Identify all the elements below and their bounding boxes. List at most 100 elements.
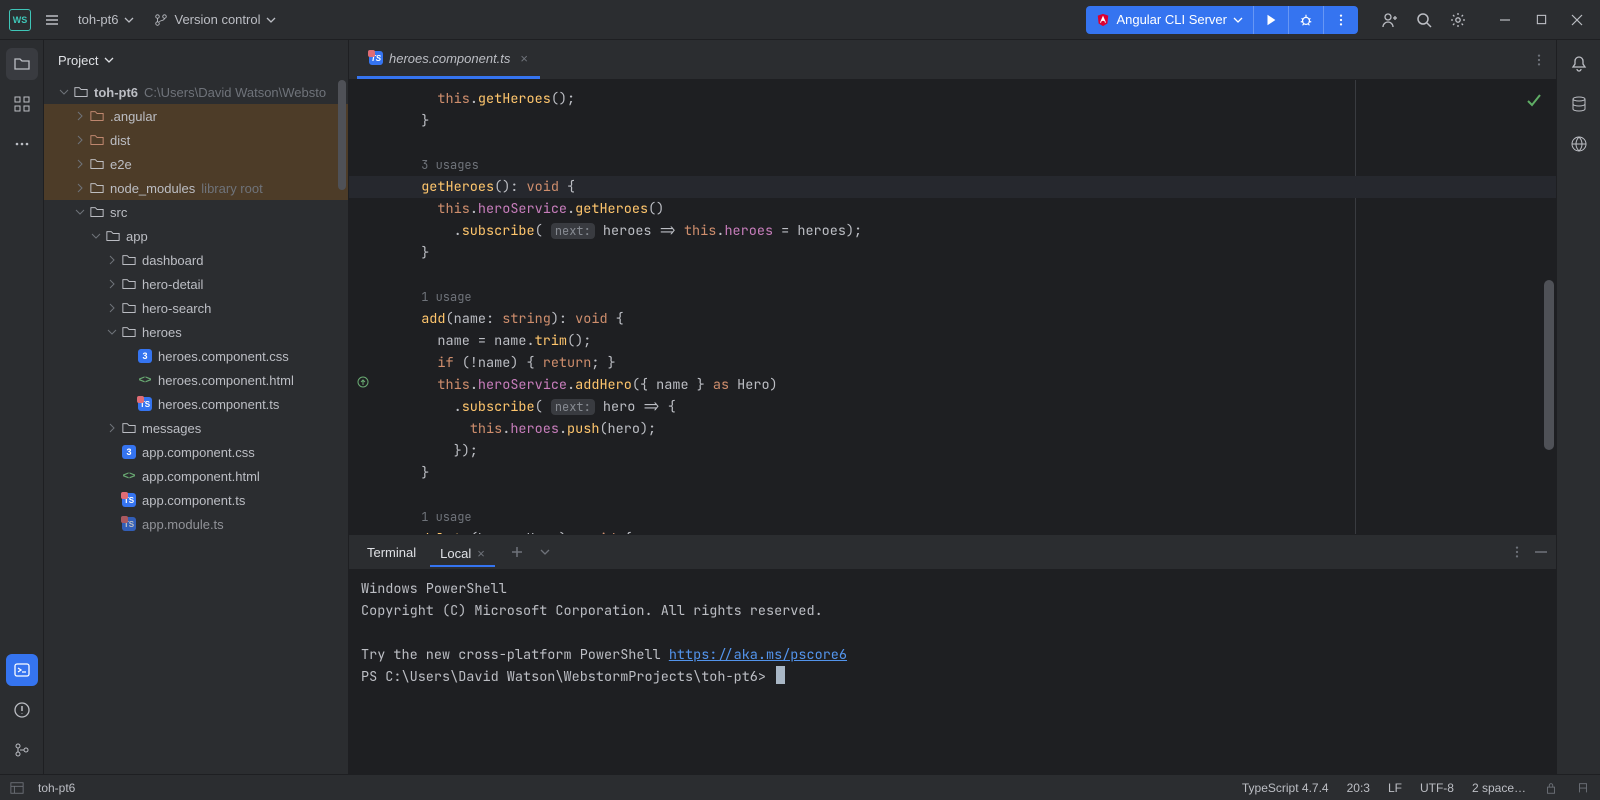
tree-root-label: toh-pt6 [94,85,138,100]
editor-tab[interactable]: TS heroes.component.ts × [357,40,540,79]
run-config-dropdown[interactable]: Angular CLI Server [1086,6,1254,34]
minimize-panel-icon[interactable] [1534,545,1548,559]
status-caret-pos[interactable]: 20:3 [1347,781,1370,795]
terminal-dropdown-button[interactable] [533,540,557,564]
vcs-label: Version control [174,12,260,27]
tree-item-e2e[interactable]: e2e [44,152,348,176]
chevron-right-icon [107,255,117,265]
tree-file-heroes-html[interactable]: <> heroes.component.html [44,368,348,392]
tree-item-messages[interactable]: messages [44,416,348,440]
terminal-output[interactable]: Windows PowerShell Copyright (C) Microso… [349,570,1556,774]
more-tools-button[interactable] [6,128,38,160]
chevron-down-icon [91,231,101,241]
project-dropdown[interactable]: toh-pt6 [70,8,142,31]
notifications-button[interactable] [1563,48,1595,80]
kebab-icon[interactable] [1510,545,1524,559]
kebab-icon[interactable] [1532,53,1546,67]
vcs-dropdown[interactable]: Version control [146,8,284,31]
tree-item-dist[interactable]: dist [44,128,348,152]
tree-item-dashboard[interactable]: dashboard [44,248,348,272]
terminal-link[interactable]: https://aka.ms/pscore6 [669,646,847,664]
main-menu-button[interactable] [38,6,66,34]
close-terminal-tab[interactable]: × [477,546,485,561]
close-tab-button[interactable]: × [520,51,528,66]
terminal-tool-button[interactable] [6,654,38,686]
person-add-icon [1381,11,1399,29]
play-icon [1264,13,1278,27]
problems-tool-button[interactable] [6,694,38,726]
tree-root[interactable]: toh-pt6 C:\Users\David Watson\Websto [44,80,348,104]
run-button[interactable] [1254,6,1289,34]
tree-item-hero-search[interactable]: hero-search [44,296,348,320]
run-widget: Angular CLI Server [1086,6,1358,34]
readonly-icon[interactable] [1544,781,1558,795]
chevron-right-icon [75,159,85,169]
new-terminal-button[interactable] [505,540,529,564]
database-tool-button[interactable] [1563,88,1595,120]
status-project[interactable]: toh-pt6 [38,781,75,795]
code-content[interactable]: this.getHeroes(); } 3 usages getHeroes()… [349,80,1556,534]
css-icon: 3 [138,349,152,363]
status-encoding[interactable]: UTF-8 [1420,781,1454,795]
tree-file-app-module[interactable]: TS app.module.ts [44,512,348,536]
tree-file-heroes-css[interactable]: 3 heroes.component.css [44,344,348,368]
tree-item-angular[interactable]: .angular [44,104,348,128]
window-maximize-button[interactable] [1524,6,1558,34]
tree-root-path: C:\Users\David Watson\Websto [144,85,326,100]
maximize-icon [1536,14,1547,25]
run-more-button[interactable] [1324,6,1358,34]
tree-file-heroes-ts[interactable]: TS heroes.component.ts [44,392,348,416]
vcs-tool-button[interactable] [6,734,38,766]
tree-item-src[interactable]: src [44,200,348,224]
project-tree[interactable]: toh-pt6 C:\Users\David Watson\Websto .an… [44,80,348,774]
tree-scrollbar[interactable] [336,80,348,774]
chevron-down-icon [104,55,114,65]
web-tool-button[interactable] [1563,128,1595,160]
structure-tool-button[interactable] [6,88,38,120]
editor-scroll-thumb[interactable] [1544,280,1554,450]
titlebar: WS toh-pt6 Version control Angular CLI S… [0,0,1600,40]
terminal-tab-local[interactable]: Local × [430,538,495,567]
tree-file-app-html[interactable]: <> app.component.html [44,464,348,488]
window-close-button[interactable] [1560,6,1594,34]
settings-button[interactable] [1444,6,1472,34]
tree-file-app-ts[interactable]: TS app.component.ts [44,488,348,512]
tree-item-app[interactable]: app [44,224,348,248]
chevron-right-icon [107,303,117,313]
code-with-me-button[interactable] [1376,6,1404,34]
chevron-right-icon [75,135,85,145]
chevron-right-icon [107,279,117,289]
html-icon: <> [123,470,136,482]
editor-scrollbar[interactable] [1542,80,1556,534]
status-indent[interactable]: 2 space… [1472,781,1526,795]
run-config-label: Angular CLI Server [1116,12,1227,27]
kebab-icon [1334,13,1348,27]
window-minimize-button[interactable] [1488,6,1522,34]
html-icon: <> [139,374,152,386]
left-tool-rail [0,40,44,774]
ellipsis-icon [13,135,31,153]
search-everywhere-button[interactable] [1410,6,1438,34]
debug-button[interactable] [1289,6,1324,34]
git-icon [13,741,31,759]
tree-item-hero-detail[interactable]: hero-detail [44,272,348,296]
tree-file-app-css[interactable]: 3 app.component.css [44,440,348,464]
tree-scroll-thumb[interactable] [338,80,346,190]
ts-icon: TS [122,517,136,531]
code-editor[interactable]: this.getHeroes(); } 3 usages getHeroes()… [349,80,1556,534]
terminal-cursor [776,666,785,684]
status-typescript[interactable]: TypeScript 4.7.4 [1242,781,1329,795]
memory-icon[interactable] [1576,781,1590,795]
chevron-right-icon [75,183,85,193]
project-tool-button[interactable] [6,48,38,80]
project-header[interactable]: Project [44,40,348,80]
tree-item-node-modules[interactable]: node_modules library root [44,176,348,200]
globe-icon [1570,135,1588,153]
tool-windows-icon[interactable] [10,781,24,795]
tree-item-heroes[interactable]: heroes [44,320,348,344]
status-line-ending[interactable]: LF [1388,781,1402,795]
app-logo: WS [6,6,34,34]
ts-icon: TS [138,397,152,411]
terminal-tab-main[interactable]: Terminal [357,539,426,566]
branch-icon [154,13,168,27]
